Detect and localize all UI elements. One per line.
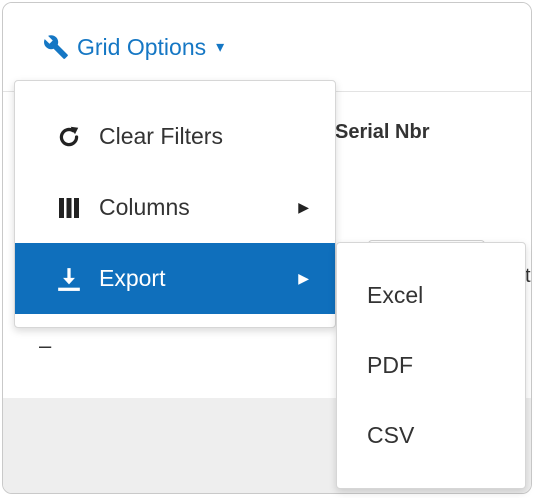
export-excel[interactable]: Excel [337, 263, 525, 327]
menu-item-export[interactable]: Export ▶ [15, 243, 335, 314]
columns-icon [51, 197, 87, 219]
submenu-item-label: CSV [367, 421, 415, 448]
grid-options-menu: Clear Filters Columns ▶ Export ▶ [14, 80, 336, 328]
column-header-serial-nbr[interactable]: Serial Nbr [335, 121, 429, 144]
refresh-icon [51, 124, 87, 150]
chevron-down-icon: ▾ [216, 39, 225, 56]
menu-item-label: Export [99, 265, 166, 291]
chevron-right-icon: ▶ [298, 199, 309, 215]
table-cell-value: – [39, 333, 52, 358]
download-icon [51, 266, 87, 292]
wrench-icon [43, 34, 69, 60]
menu-item-label: Columns [99, 194, 190, 220]
chevron-right-icon: ▶ [298, 270, 309, 286]
submenu-item-label: PDF [367, 351, 413, 378]
export-csv[interactable]: CSV [337, 403, 525, 467]
grid-options-label: Grid Options [77, 33, 207, 60]
export-pdf[interactable]: PDF [337, 333, 525, 397]
menu-item-label: Clear Filters [99, 123, 223, 149]
grid-options-button[interactable]: Grid Options ▾ [43, 31, 224, 63]
submenu-item-label: Excel [367, 281, 424, 308]
clipped-cell-text: te [525, 265, 531, 287]
grid-toolbar: Grid Options ▾ [3, 3, 531, 88]
export-submenu: Excel PDF CSV [336, 242, 526, 489]
menu-item-columns[interactable]: Columns ▶ [15, 172, 335, 243]
menu-item-clear-filters[interactable]: Clear Filters [15, 101, 335, 172]
